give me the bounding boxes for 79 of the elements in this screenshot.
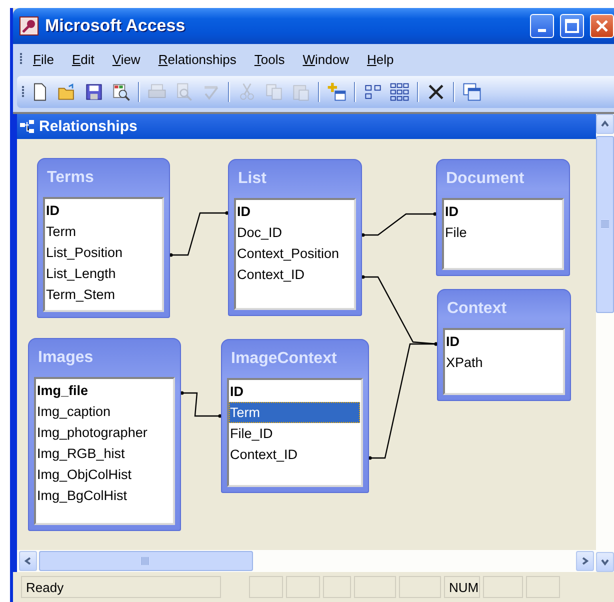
scroll-thumb[interactable]	[39, 551, 253, 571]
table-title: Document	[445, 169, 526, 189]
menu-item[interactable]: Relationships	[150, 50, 244, 68]
grip-icon	[21, 86, 25, 98]
status-panel	[354, 576, 396, 598]
grip-icon	[19, 53, 23, 65]
menu-item[interactable]: Window	[294, 50, 357, 68]
field-item[interactable]: Term	[229, 402, 360, 423]
menu-item[interactable]: Tools	[246, 50, 293, 68]
menu-item[interactable]: Edit	[64, 50, 102, 68]
table-title: Terms	[46, 168, 95, 188]
add-table-icon	[326, 81, 348, 103]
window-title: Microsoft Access	[45, 16, 186, 36]
scroll-right-button[interactable]	[576, 551, 594, 571]
maximize-icon	[565, 19, 579, 33]
field-item[interactable]: ID	[236, 201, 353, 222]
field-item[interactable]: Context_ID	[229, 444, 360, 465]
minimize-button[interactable]	[530, 14, 554, 38]
field-item[interactable]: Term_Stem	[45, 284, 161, 305]
table-title: Images	[37, 348, 94, 368]
field-item[interactable]: Img_photographer	[36, 422, 172, 443]
menu-item[interactable]: Help	[358, 50, 402, 68]
field-item[interactable]: ID	[444, 201, 561, 222]
menu-item[interactable]: File	[25, 50, 62, 68]
magnifier-icon	[110, 81, 132, 103]
status-panel	[399, 576, 441, 598]
scroll-down-button[interactable]	[596, 552, 614, 572]
status-panel	[483, 576, 523, 598]
scroll-up-button[interactable]	[596, 114, 614, 134]
key-app-icon	[19, 16, 39, 36]
grip-icon	[141, 557, 151, 565]
table-title: List	[237, 169, 268, 189]
table-title: ImageContext	[230, 349, 338, 369]
field-item[interactable]: Img_file	[36, 380, 172, 401]
all-relationships-icon	[389, 81, 411, 103]
num-lock-indicator: NUM	[444, 576, 480, 598]
windows-icon	[461, 81, 483, 103]
copy-icon	[263, 81, 285, 103]
scroll-left-button[interactable]	[19, 551, 37, 571]
table-window[interactable]: Images Img_file Img_caption Img_photographer Img_RGB_hist Img_ObjColHist Img_BgColHist	[28, 338, 181, 531]
field-item[interactable]: File_ID	[229, 423, 360, 444]
table-title: Context	[446, 299, 508, 319]
field-item[interactable]: XPath	[445, 352, 562, 373]
status-panel	[323, 576, 351, 598]
close-icon	[595, 19, 609, 33]
grip-icon	[601, 220, 609, 230]
document-title: Relationships	[39, 118, 138, 135]
field-item[interactable]: Img_ObjColHist	[36, 464, 172, 485]
field-item[interactable]: Term	[45, 221, 161, 242]
relationship-line	[169, 211, 229, 257]
close-button[interactable]	[590, 14, 614, 38]
field-item[interactable]: Context_Position	[236, 243, 353, 264]
save-icon	[83, 81, 105, 103]
status-panel	[249, 576, 283, 598]
status-panel	[526, 576, 560, 598]
relationship-line	[180, 391, 222, 418]
menu-item[interactable]: View	[104, 50, 148, 68]
field-item[interactable]: List_Length	[45, 263, 161, 284]
table-window[interactable]: Document ID File	[436, 159, 570, 276]
table-window[interactable]: Terms ID Term List_Position List_Length Term_Stem	[37, 158, 170, 318]
maximize-button[interactable]	[560, 14, 584, 38]
scroll-thumb[interactable]	[596, 136, 614, 313]
field-item[interactable]: ID	[445, 331, 562, 352]
field-item[interactable]: Context_ID	[236, 264, 353, 285]
field-item[interactable]: List_Position	[45, 242, 161, 263]
table-window[interactable]: Context ID XPath	[437, 289, 571, 401]
status-text: Ready	[21, 576, 221, 598]
minimize-icon	[538, 28, 546, 32]
field-item[interactable]: ID	[45, 200, 161, 221]
table-window[interactable]: List ID Doc_ID Context_Position Context_ID	[228, 159, 362, 316]
status-panel	[286, 576, 320, 598]
relationships-icon	[19, 118, 35, 134]
field-item[interactable]: Img_BgColHist	[36, 485, 172, 506]
field-item[interactable]: Img_RGB_hist	[36, 443, 172, 464]
field-item[interactable]: Img_caption	[36, 401, 172, 422]
field-item[interactable]: File	[444, 222, 561, 243]
field-item[interactable]: Doc_ID	[236, 222, 353, 243]
table-window[interactable]: ImageContext ID Term File_ID Context_ID	[221, 339, 369, 493]
field-item[interactable]: ID	[229, 381, 360, 402]
